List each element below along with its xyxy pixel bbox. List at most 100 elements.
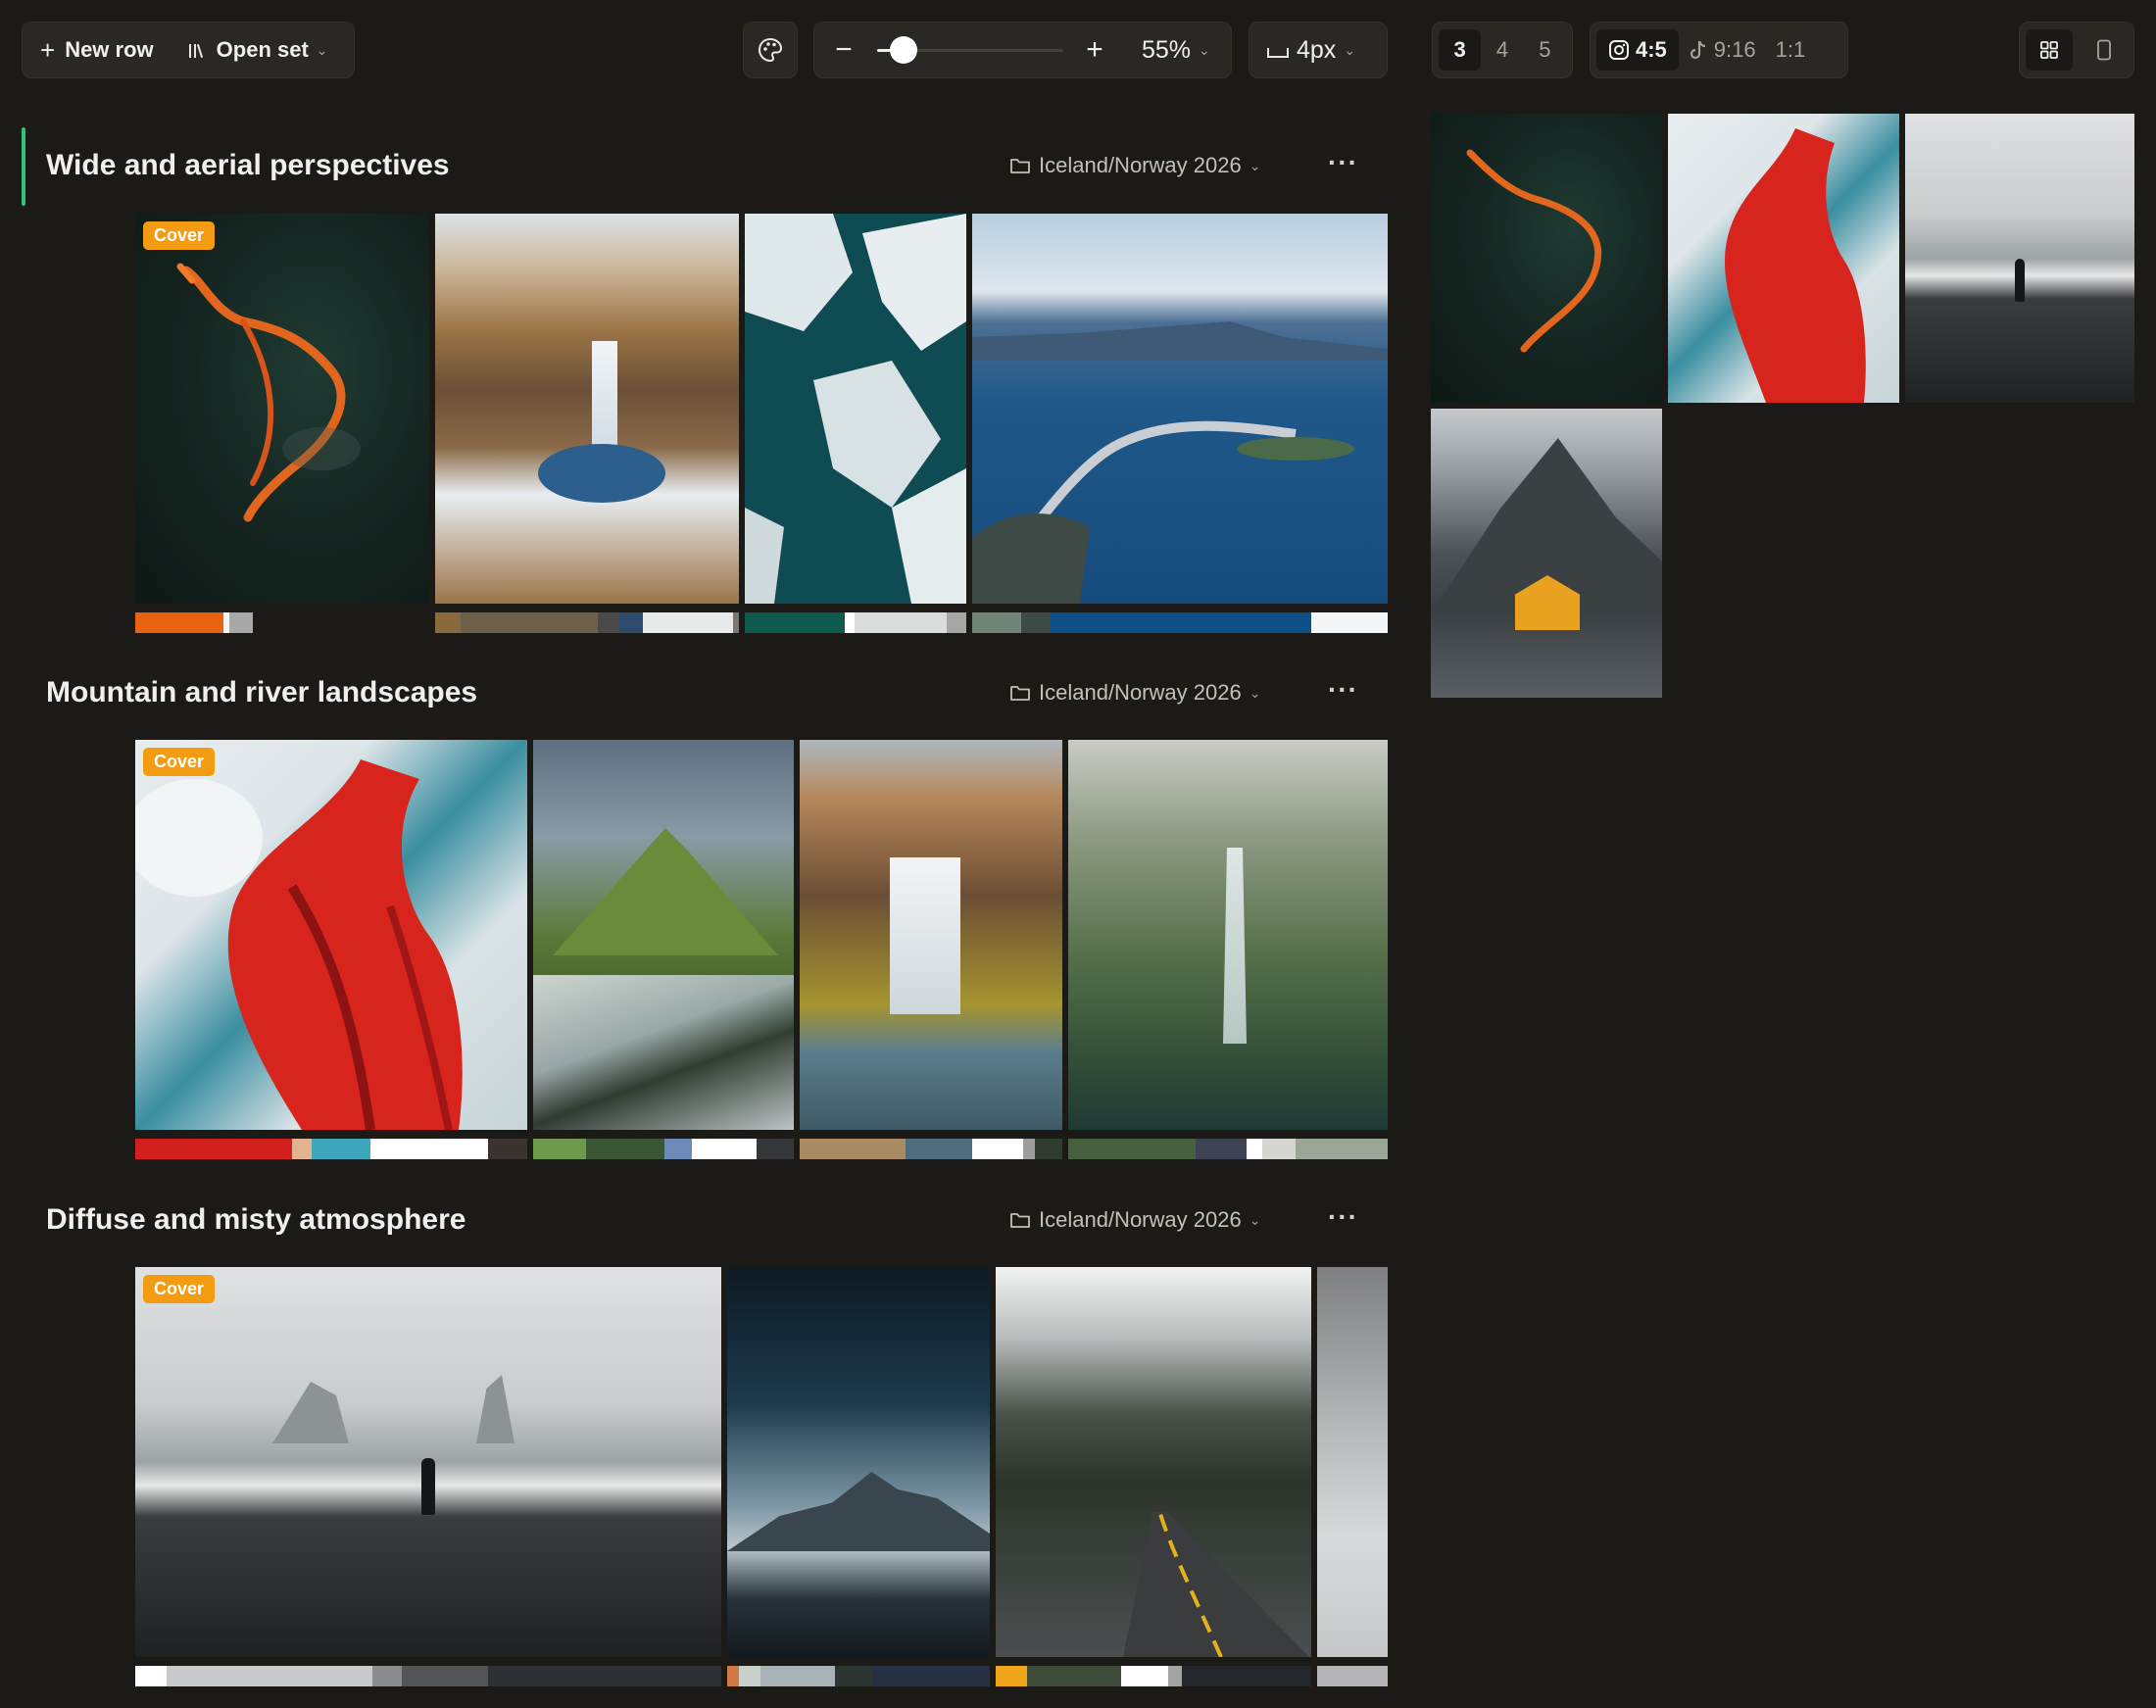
zoom-level-value: 55% [1142, 35, 1192, 64]
preview-misty-black-beach[interactable] [1905, 114, 2134, 403]
row-folder-selector[interactable]: Iceland/Norway 2026 ⌄ [1009, 153, 1260, 178]
zoom-in-button[interactable]: + [1081, 35, 1108, 65]
preview-lava-aerial[interactable] [1431, 114, 1662, 403]
row-folder-selector[interactable]: Iceland/Norway 2026 ⌄ [1009, 680, 1260, 706]
folder-icon [1010, 1213, 1030, 1228]
open-set-button[interactable]: Open set ⌄ [187, 37, 328, 63]
cover-badge: Cover [143, 221, 216, 250]
cover-badge: Cover [143, 1275, 216, 1303]
preview-yellow-house-mountain[interactable] [1431, 409, 1662, 698]
row-folder-selector[interactable]: Iceland/Norway 2026 ⌄ [1009, 1207, 1260, 1233]
zoom-slider-thumb[interactable] [889, 36, 917, 64]
color-palette [533, 1139, 794, 1159]
plunge-pool [538, 444, 665, 503]
columns-4-label: 4 [1495, 37, 1509, 62]
row-title: Wide and aerial perspectives [46, 149, 450, 181]
grid-icon [2040, 41, 2058, 59]
snowy-stream [533, 975, 794, 1130]
row-title: Diffuse and misty atmosphere [46, 1203, 466, 1236]
photo-red-river-delta[interactable]: Cover [135, 740, 527, 1130]
zoom-level-dropdown[interactable]: 55% ⌄ [1142, 36, 1210, 65]
photo-atlantic-road-bridge[interactable] [972, 214, 1388, 604]
color-palette [435, 612, 739, 633]
sea-stacks [272, 1375, 514, 1443]
open-set-label: Open set [216, 37, 309, 62]
column-count-selector: 3 4 5 [1432, 22, 1573, 78]
cover-badge: Cover [143, 748, 216, 776]
red-delta-graphic [1725, 128, 1866, 403]
row-folder-label: Iceland/Norway 2026 [1039, 1207, 1242, 1232]
chevron-down-icon: ⌄ [1199, 41, 1210, 58]
photo-grey-partial[interactable] [1317, 1267, 1388, 1657]
view-mode-selector [2019, 22, 2134, 78]
palette-button[interactable] [743, 22, 798, 78]
gap-icon [1267, 48, 1289, 58]
palette-icon [758, 37, 783, 63]
lava-flow-graphic [176, 263, 361, 522]
folder-icon [1010, 159, 1030, 173]
person-silhouette [421, 1458, 435, 1515]
zoom-slider[interactable] [877, 36, 1063, 64]
chevron-down-icon: ⌄ [1344, 41, 1356, 58]
row-title: Mountain and river landscapes [46, 676, 478, 708]
photo-dark-mountain-mist[interactable] [727, 1267, 990, 1657]
more-icon: ··· [1328, 674, 1358, 705]
color-palette [800, 1139, 1062, 1159]
ratio-9-16-option[interactable]: 9:16 [1679, 29, 1766, 71]
more-icon: ··· [1328, 147, 1358, 177]
row-more-button[interactable]: ··· [1328, 1201, 1358, 1233]
row-more-button[interactable]: ··· [1328, 674, 1358, 706]
mountain-peak [553, 828, 778, 955]
red-delta-graphic [135, 759, 463, 1130]
photo-misty-black-beach[interactable]: Cover [135, 1267, 721, 1657]
color-palette [135, 1139, 527, 1159]
zoom-control: − + 55% ⌄ [813, 22, 1232, 78]
color-palette [972, 612, 1388, 633]
ratio-1-1-label: 1:1 [1775, 37, 1806, 62]
tiktok-icon [1690, 40, 1705, 60]
photo-waterfall-canyon[interactable] [435, 214, 739, 604]
photo-mountain-road[interactable] [996, 1267, 1311, 1657]
color-palette [1068, 1139, 1388, 1159]
valley-waterfall [1223, 848, 1247, 1044]
ratio-4-5-option[interactable]: 4:5 [1596, 29, 1679, 71]
road-graphic [1123, 1512, 1309, 1657]
photo-skogafoss-waterfall[interactable] [800, 740, 1062, 1130]
waterfall-curtain [890, 857, 960, 1014]
photo-green-valley-waterfall[interactable] [1068, 740, 1388, 1130]
zoom-out-button[interactable]: − [830, 35, 858, 65]
columns-3-option[interactable]: 3 [1439, 29, 1482, 71]
ratio-9-16-label: 9:16 [1713, 37, 1756, 62]
waterfall-stream [592, 341, 617, 459]
columns-5-label: 5 [1539, 37, 1551, 62]
columns-5-option[interactable]: 5 [1524, 29, 1566, 71]
preview-red-river-delta[interactable] [1668, 114, 1899, 403]
new-row-button[interactable]: + New row [40, 37, 154, 63]
photo-ice-floes[interactable] [745, 214, 966, 604]
chevron-down-icon: ⌄ [1249, 157, 1261, 173]
color-palette [996, 1666, 1311, 1686]
plus-icon: + [1086, 33, 1103, 66]
phone-icon [2097, 39, 2111, 61]
color-palette [1317, 1666, 1388, 1686]
new-row-label: New row [65, 37, 154, 62]
gap-dropdown[interactable]: 4px ⌄ [1249, 22, 1388, 78]
ratio-1-1-option[interactable]: 1:1 [1766, 29, 1816, 71]
gap-value: 4px [1297, 35, 1337, 64]
mountain-range [727, 1472, 990, 1551]
grid-view-button[interactable] [2026, 29, 2073, 71]
chevron-down-icon: ⌄ [316, 41, 328, 58]
person-silhouette [2015, 259, 2025, 302]
row-more-button[interactable]: ··· [1328, 147, 1358, 178]
library-icon [188, 44, 203, 58]
chevron-down-icon: ⌄ [1249, 684, 1261, 701]
row-actions-toolbar: + New row Open set ⌄ [22, 22, 355, 78]
columns-4-option[interactable]: 4 [1481, 29, 1523, 71]
phone-view-button[interactable] [2081, 29, 2128, 71]
photo-kirkjufell-mountain[interactable] [533, 740, 794, 1130]
photo-lava-aerial[interactable]: Cover [135, 214, 429, 604]
aspect-ratio-selector: 4:5 9:16 1:1 [1590, 22, 1848, 78]
active-row-indicator [22, 127, 25, 206]
minus-icon: − [835, 33, 853, 66]
more-icon: ··· [1328, 1201, 1358, 1232]
